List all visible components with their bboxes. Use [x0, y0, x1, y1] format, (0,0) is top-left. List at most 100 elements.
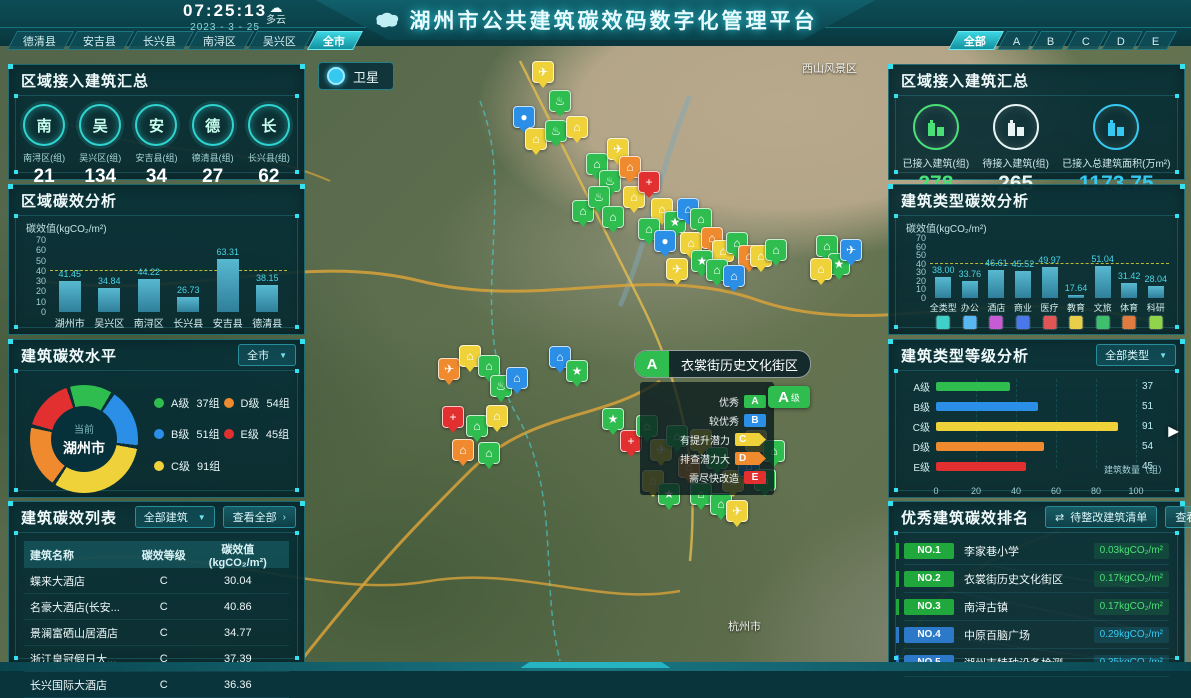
- building-marker-icon[interactable]: +: [638, 171, 660, 193]
- ranking-row-2[interactable]: NO.2衣裳街历史文化街区0.17kgCO₂/m²: [904, 565, 1169, 593]
- panel-title: 建筑碳效列表: [21, 507, 117, 528]
- building-marker-icon[interactable]: ★: [602, 408, 624, 430]
- legend-label: 需尽快改造: [689, 470, 739, 485]
- building-marker-icon[interactable]: ♨: [588, 186, 610, 208]
- tab-region-德清县[interactable]: 德清县: [7, 31, 74, 50]
- building-marker-icon[interactable]: ★: [566, 360, 588, 382]
- building-marker-icon[interactable]: ●: [513, 106, 535, 128]
- building-marker-icon[interactable]: ✈: [840, 239, 862, 261]
- carbon-level-donut: 当前 湖州市: [30, 385, 138, 493]
- building-marker-icon[interactable]: ⌂: [525, 128, 547, 150]
- bar: [1148, 286, 1164, 298]
- rectify-list-button[interactable]: ⇄ 待整改建筑清单: [1045, 506, 1157, 528]
- building-marker-icon[interactable]: ⌂: [602, 206, 624, 228]
- legend-dot-icon: [224, 398, 234, 408]
- tab-label: B: [1047, 34, 1054, 51]
- bar-column: 26.73: [177, 285, 199, 312]
- stat-label: 已接入建筑(组): [903, 155, 970, 170]
- tab-region-南浔区[interactable]: 南浔区: [187, 31, 254, 50]
- corner-dot: [1175, 488, 1179, 492]
- building-marker-icon[interactable]: ♨: [545, 120, 567, 142]
- bar-column: 38.00: [935, 265, 951, 298]
- bar-column: 28.04: [1148, 274, 1164, 298]
- tab-grade-E[interactable]: E: [1136, 31, 1177, 50]
- table-row[interactable]: 景澜富硒山居酒店C34.77: [24, 620, 289, 646]
- type-教育-icon: [1070, 316, 1083, 329]
- building-marker-icon[interactable]: ✈: [666, 258, 688, 280]
- satellite-toggle[interactable]: 卫星: [318, 62, 394, 90]
- city-dropdown[interactable]: 全市▼: [238, 344, 296, 366]
- ranking-row-1[interactable]: NO.1李家巷小学0.03kgCO₂/m²: [904, 537, 1169, 565]
- building-marker-icon[interactable]: ⌂: [810, 258, 832, 280]
- ranking-row-4[interactable]: NO.4中原百脑广场0.29kgCO₂/m²: [904, 621, 1169, 649]
- panel-title: 区域接入建筑汇总: [21, 70, 149, 91]
- tab-region-全市[interactable]: 全市: [307, 31, 363, 50]
- tab-region-长兴县[interactable]: 长兴县: [127, 31, 194, 50]
- type-酒店-icon: [990, 316, 1003, 329]
- legend-row-E: 需尽快改造E: [648, 470, 766, 485]
- table-row[interactable]: 长兴国际大酒店C36.36: [24, 672, 289, 698]
- corner-dot: [1175, 214, 1179, 218]
- ranking-row-3[interactable]: NO.3南浔古镇0.17kgCO₂/m²: [904, 593, 1169, 621]
- view-all-button[interactable]: 查看全部›: [1165, 506, 1191, 528]
- building-marker-icon[interactable]: ⌂: [466, 415, 488, 437]
- table-row[interactable]: 名豪大酒店(长安...C40.86: [24, 594, 289, 620]
- tab-label: A: [1013, 34, 1020, 51]
- hbar-row-A: A级37: [906, 379, 1169, 393]
- threshold-line: [50, 270, 287, 271]
- corner-dot: [894, 214, 898, 218]
- y-tick-label: 0: [41, 307, 46, 317]
- bar-category-label: 吴兴区: [94, 315, 124, 330]
- map-place-label: 杭州市: [728, 618, 761, 634]
- next-page-icon[interactable]: ▶: [1168, 422, 1179, 439]
- y-tick-label: 50: [916, 250, 926, 260]
- tab-label: 德清县: [23, 34, 56, 51]
- building-filter-dropdown[interactable]: 全部建筑▼: [135, 506, 215, 528]
- building-marker-icon[interactable]: ✈: [532, 61, 554, 83]
- bar: [1042, 267, 1058, 298]
- building-marker-icon[interactable]: ⌂: [478, 442, 500, 464]
- building-marker-icon[interactable]: ⌂: [506, 367, 528, 389]
- table-row[interactable]: 蝶来大酒店C30.04: [24, 568, 289, 594]
- building-marker-icon[interactable]: ⌂: [478, 355, 500, 377]
- building-marker-icon[interactable]: ⌂: [566, 116, 588, 138]
- tab-grade-全部[interactable]: 全部: [948, 31, 1004, 50]
- bar: [98, 288, 120, 312]
- corner-dot: [1175, 369, 1179, 373]
- bar: [1068, 295, 1084, 298]
- tab-region-吴兴区[interactable]: 吴兴区: [247, 31, 314, 50]
- bar: [217, 259, 239, 312]
- corner-dot: [894, 170, 898, 174]
- bar: [256, 285, 278, 312]
- tab-region-安吉县[interactable]: 安吉县: [67, 31, 134, 50]
- bar: [962, 281, 978, 298]
- building-marker-icon[interactable]: ♨: [549, 90, 571, 112]
- bar-value-label: 51.04: [1091, 254, 1114, 264]
- bar-category-label: 教育: [1067, 301, 1085, 314]
- bar-value-label: 45.52: [1012, 259, 1035, 269]
- region-circle-icon: 长: [248, 104, 290, 146]
- column-header: 碳效值(kgCO₂/m²): [193, 541, 283, 569]
- building-marker-icon[interactable]: ⌂: [723, 265, 745, 287]
- map-tooltip[interactable]: A 衣裳街历史文化街区: [634, 350, 811, 378]
- corner-dot: [14, 369, 18, 373]
- type-全类型-icon: [937, 316, 950, 329]
- building-marker-icon[interactable]: ✈: [726, 500, 748, 522]
- bar: [935, 277, 951, 298]
- building-marker-icon[interactable]: ⌂: [765, 239, 787, 261]
- corner-dot: [894, 656, 898, 660]
- legend-count: 45组: [266, 426, 289, 442]
- y-tick-label: 70: [36, 235, 46, 245]
- building-marker-icon[interactable]: ●: [654, 230, 676, 252]
- building-marker-icon[interactable]: +: [442, 406, 464, 428]
- corner-dot: [1175, 531, 1179, 535]
- bar-value-label: 31.42: [1118, 271, 1141, 281]
- building-marker-icon[interactable]: ✈: [438, 358, 460, 380]
- building-name: 名豪大酒店(长安...: [30, 599, 135, 615]
- panel-grade-analysis: 建筑类型等级分析 全部类型▼ A级37B级51C级91D级54E级4502040…: [888, 339, 1185, 498]
- view-all-button[interactable]: 查看全部›: [223, 506, 296, 528]
- building-marker-icon[interactable]: ⌂: [486, 405, 508, 427]
- type-filter-dropdown[interactable]: 全部类型▼: [1096, 344, 1176, 366]
- building-marker-icon[interactable]: ⌂: [452, 439, 474, 461]
- tab-label: 长兴县: [143, 34, 176, 51]
